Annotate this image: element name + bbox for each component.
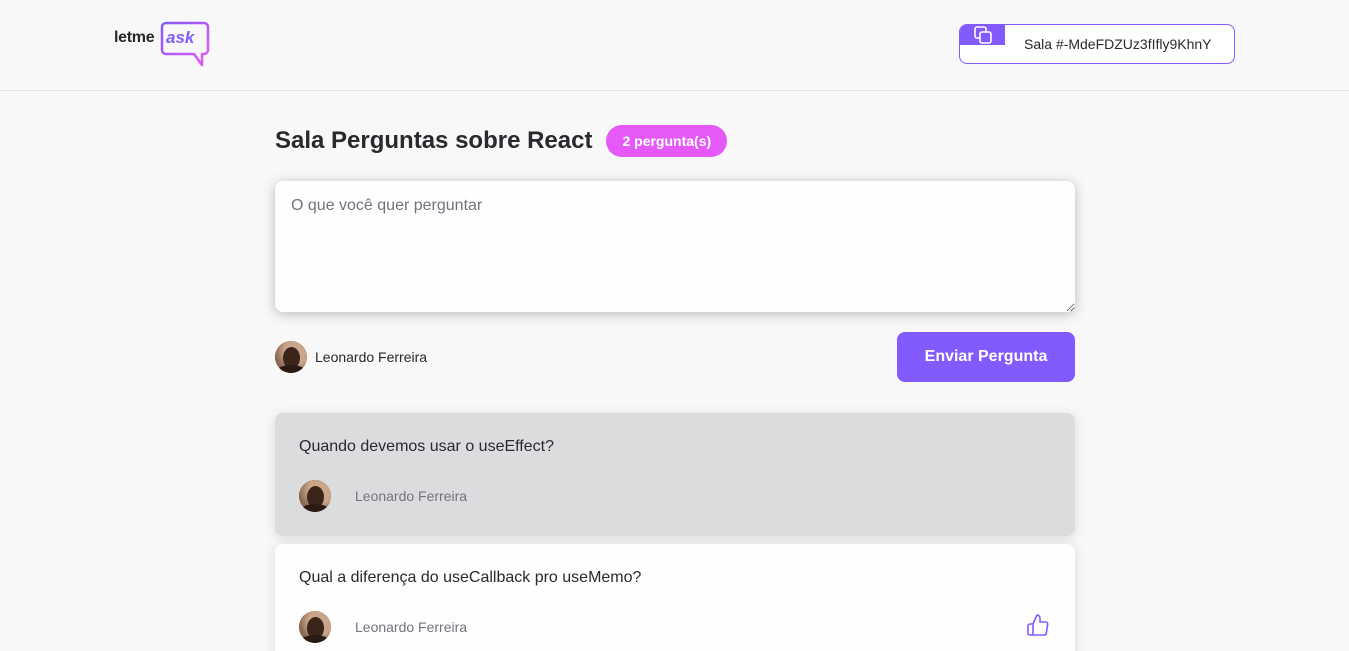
question-count-badge: 2 pergunta(s): [606, 125, 728, 157]
user-info: Leonardo Ferreira: [275, 341, 427, 373]
page-title: Sala Perguntas sobre React: [275, 127, 593, 154]
copy-icon: [973, 26, 992, 44]
question-content: Qual a diferença do useCallback pro useM…: [299, 569, 642, 586]
question-author: Leonardo Ferreira: [355, 619, 468, 635]
avatar: [299, 611, 331, 643]
question-card: Quando devemos usar o useEffect? Leonard…: [275, 413, 1075, 536]
copy-icon-box: [960, 25, 1005, 45]
letmeask-logo[interactable]: letme ask: [114, 20, 210, 68]
avatar: [299, 480, 331, 512]
form-footer: Leonardo Ferreira Enviar Pergunta: [275, 332, 1075, 382]
logo-text: letme: [114, 29, 155, 46]
page-header: letme ask Sala #-MdeFDZUz3fIfly9KhnY: [0, 0, 1349, 91]
question-footer: Leonardo Ferreira: [299, 480, 1051, 512]
room-code-button[interactable]: Sala #-MdeFDZUz3fIfly9KhnY: [959, 24, 1235, 64]
user-name: Leonardo Ferreira: [315, 349, 428, 365]
question-content: Quando devemos usar o useEffect?: [299, 438, 554, 455]
question-card: Qual a diferença do useCallback pro useM…: [275, 544, 1075, 651]
question-author: Leonardo Ferreira: [355, 488, 468, 504]
like-button[interactable]: [1025, 613, 1051, 639]
send-question-button[interactable]: Enviar Pergunta: [897, 332, 1075, 382]
room-title-row: Sala Perguntas sobre React 2 pergunta(s): [275, 124, 728, 158]
logo-accent-text: ask: [166, 28, 195, 47]
room-code-label: Sala #-MdeFDZUz3fIfly9KhnY: [1024, 36, 1212, 52]
question-textarea[interactable]: [275, 181, 1075, 312]
question-footer: Leonardo Ferreira: [299, 611, 1051, 643]
avatar: [275, 341, 307, 373]
like-icon: [1027, 614, 1049, 636]
